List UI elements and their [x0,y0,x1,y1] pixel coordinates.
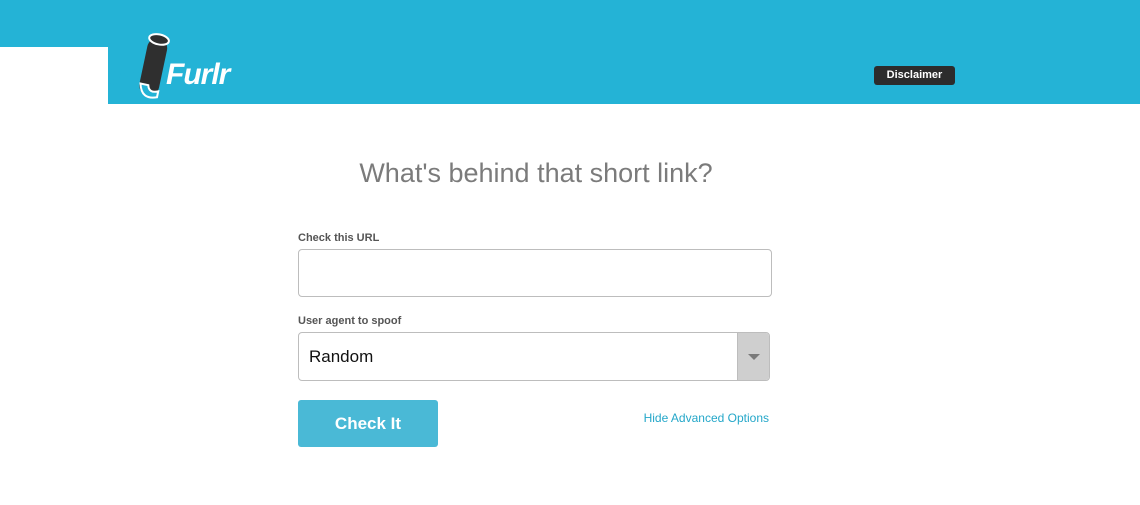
svg-text:un: un [108,58,143,91]
unfurlr-logo[interactable]: un Furlr [108,30,238,106]
hide-advanced-options-link[interactable]: Hide Advanced Options [600,411,769,425]
header-notch [0,47,108,104]
user-agent-selected-value: Random [309,347,374,366]
chevron-down-icon [748,354,760,360]
url-field-label: Check this URL [298,232,380,244]
check-it-button[interactable]: Check It [298,400,438,447]
page-title: What's behind that short link? [359,158,713,188]
svg-text:Furlr: Furlr [166,58,233,91]
url-input[interactable] [298,249,772,297]
dropdown-toggle[interactable] [737,333,769,380]
user-agent-select[interactable]: Random [298,332,770,381]
user-agent-label: User agent to spoof [298,315,402,327]
disclaimer-button[interactable]: Disclaimer [874,66,955,85]
